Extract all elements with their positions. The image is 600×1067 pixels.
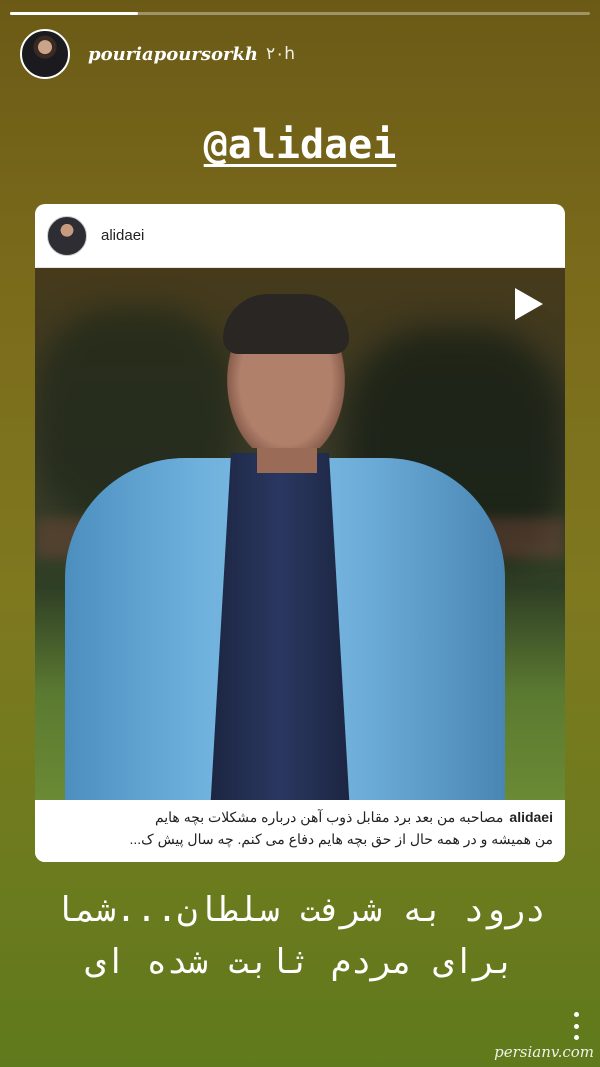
caption-text-1: مصاحبه من بعد برد مقابل ذوب آهن درباره م…	[154, 809, 504, 825]
more-vertical-icon[interactable]	[572, 1012, 580, 1040]
post-media[interactable]	[35, 268, 565, 800]
play-icon[interactable]	[515, 288, 543, 320]
story-progress-fill	[10, 12, 138, 15]
story-progress-bar	[10, 12, 590, 15]
story-text: درود به شرفت سلطان...شما برای مردم ثابت …	[0, 884, 600, 988]
mention-sticker[interactable]: @alidaei	[0, 122, 600, 168]
story-time: ۲۰h	[266, 44, 296, 64]
shared-post-card[interactable]: alidaei alidaei مصاحبه من بعد برد مقابل ذ…	[35, 204, 565, 862]
person-hair	[223, 294, 349, 354]
post-username[interactable]: alidaei	[101, 227, 144, 244]
person-shirt	[210, 453, 350, 800]
story-username[interactable]: pouriapoursorkh	[88, 44, 258, 65]
avatar[interactable]	[20, 29, 70, 79]
post-caption: alidaei مصاحبه من بعد برد مقابل ذوب آهن د…	[35, 800, 565, 862]
caption-username: alidaei	[509, 809, 553, 825]
post-header[interactable]: alidaei	[35, 204, 565, 268]
mention-text[interactable]: @alidaei	[204, 122, 397, 168]
story-header[interactable]: pouriapoursorkh ۲۰h	[20, 28, 295, 80]
story-text-line-2: برای مردم ثابت شده ای	[85, 942, 515, 982]
caption-line-2: من همیشه و در همه حال از حق بچه هایم دفا…	[129, 831, 553, 847]
watermark: persianv.com	[494, 1043, 594, 1061]
story-text-line-1: درود به شرفت سلطان...شما	[54, 890, 546, 930]
post-avatar[interactable]	[47, 215, 87, 256]
caption-line-1: alidaei مصاحبه من بعد برد مقابل ذوب آهن د…	[47, 806, 553, 828]
